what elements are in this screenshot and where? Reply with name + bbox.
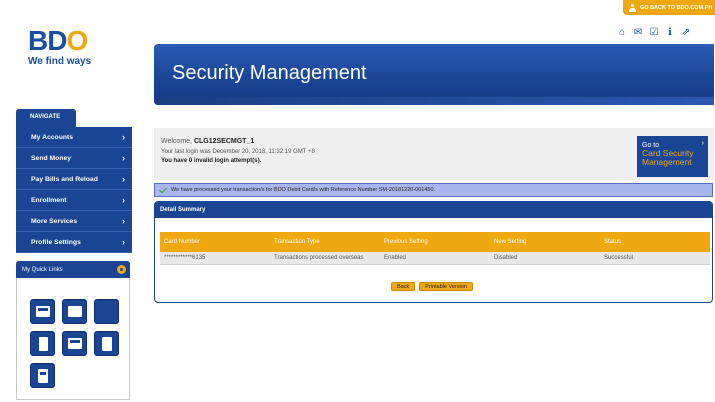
sidebar-nav: My Accounts › Send Money › Pay Bills and R… — [16, 127, 132, 253]
success-message-text: We have processed your transaction/s for… — [171, 187, 436, 193]
user-icon — [629, 3, 636, 12]
share-icon[interactable]: ⇗ — [681, 28, 691, 38]
quick-link-document-icon[interactable] — [30, 363, 55, 388]
detail-summary-title: Detail Summary — [155, 202, 712, 218]
check-icon — [159, 186, 167, 194]
gear-icon[interactable] — [117, 265, 126, 274]
printable-version-button[interactable]: Printable Version — [419, 282, 473, 291]
last-login-text: Your last login was December 20, 2018, 1… — [161, 149, 315, 155]
logo-wordmark: BDO — [28, 25, 88, 56]
quick-link-card-clock-icon[interactable] — [62, 331, 87, 356]
chevron-right-icon: › — [122, 237, 125, 247]
sidebar-item-pay-bills[interactable]: Pay Bills and Reload › — [16, 169, 132, 190]
sidebar-item-send-money[interactable]: Send Money › — [16, 148, 132, 169]
cell-previous-setting: Enabled — [384, 255, 407, 261]
quick-links-header: My Quick Links — [16, 261, 130, 278]
logo-tagline: We find ways — [28, 56, 92, 67]
navigate-tab: NAVIGATE — [16, 109, 76, 127]
top-icon-bar: ⌂ ✉ ☑ ℹ ⇗ — [617, 28, 691, 38]
col-transaction-type: Transaction Type — [274, 239, 320, 245]
cell-transaction-type: Transactions processed overseas — [274, 255, 364, 261]
welcome-line: Welcome, CLG12SECMGT_1 — [161, 138, 255, 145]
go-back-button[interactable]: GO BACK TO BDO.COM.PH — [623, 0, 715, 15]
bdo-logo[interactable]: BDO We find ways — [28, 25, 92, 68]
welcome-panel: Welcome, CLG12SECMGT_1 Your last login w… — [154, 128, 714, 180]
cell-status: Successful — [604, 255, 634, 261]
detail-summary-panel: Detail Summary Card Number Transaction T… — [154, 201, 713, 303]
quick-links-title: My Quick Links — [22, 266, 63, 273]
chevron-right-icon: › — [122, 132, 125, 142]
sidebar-item-more-services[interactable]: More Services › — [16, 211, 132, 232]
checklist-icon[interactable]: ☑ — [649, 28, 659, 38]
quick-link-statement-icon[interactable] — [94, 331, 119, 356]
info-icon[interactable]: ℹ — [665, 28, 675, 38]
home-icon[interactable]: ⌂ — [617, 28, 627, 38]
col-card-number: Card Number — [164, 239, 201, 245]
table-header: Card Number Transaction Type Previous Se… — [160, 232, 710, 252]
page-title: Security Management — [172, 62, 367, 84]
col-previous-setting: Previous Setting — [384, 239, 428, 245]
username: CLG12SECMGT_1 — [193, 138, 255, 145]
chevron-right-icon: › — [122, 195, 125, 205]
chevron-right-icon: › — [701, 140, 704, 147]
back-button[interactable]: Back — [391, 282, 416, 291]
detail-table: Card Number Transaction Type Previous Se… — [160, 232, 710, 265]
quick-link-mobile-icon[interactable] — [30, 331, 55, 356]
chevron-right-icon: › — [122, 216, 125, 226]
invalid-attempts-text: You have 0 invalid login attempt(s). — [161, 158, 262, 164]
chevron-right-icon: › — [122, 174, 125, 184]
cell-new-setting: Disabled — [494, 255, 518, 261]
quick-link-transfer-icon[interactable] — [94, 299, 119, 324]
sidebar-item-my-accounts[interactable]: My Accounts › — [16, 127, 132, 148]
col-new-setting: New Setting — [494, 239, 527, 245]
quick-link-phone-card-icon[interactable] — [62, 299, 87, 324]
success-message: We have processed your transaction/s for… — [154, 183, 713, 197]
sidebar-item-enrollment[interactable]: Enrollment › — [16, 190, 132, 211]
sidebar-item-profile-settings[interactable]: Profile Settings › — [16, 232, 132, 253]
banner-shade — [154, 97, 714, 105]
cell-card-number: ************6135 — [164, 255, 206, 261]
mail-icon[interactable]: ✉ — [633, 28, 643, 38]
go-back-label: GO BACK TO BDO.COM.PH — [640, 4, 713, 11]
quick-link-card-icon[interactable] — [30, 299, 55, 324]
quick-links-panel — [16, 278, 130, 400]
col-status: Status — [604, 239, 622, 245]
page-banner: Security Management — [154, 44, 714, 105]
page: GO BACK TO BDO.COM.PH BDO We find ways ⌂… — [0, 0, 715, 402]
table-row: ************6135 Transactions processed … — [160, 252, 710, 265]
action-buttons: Back Printable Version — [391, 282, 473, 291]
goto-card-security-button[interactable]: Go to Card Security Management › — [637, 136, 708, 177]
chevron-right-icon: › — [122, 153, 125, 163]
